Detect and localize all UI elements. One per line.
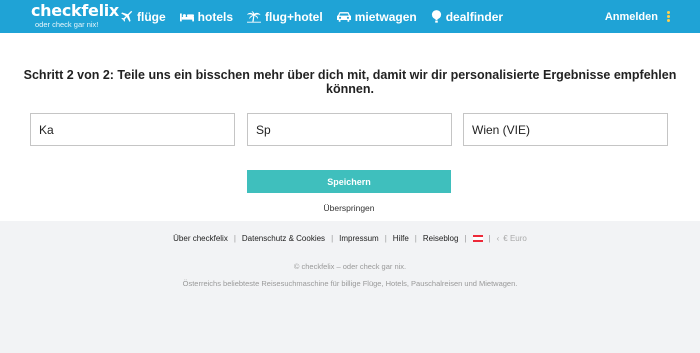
nav-label: hotels	[197, 9, 234, 24]
balloon-icon	[431, 10, 441, 23]
footer-link-privacy[interactable]: Datenschutz & Cookies	[242, 234, 325, 243]
footer-link-about[interactable]: Über checkfelix	[173, 234, 228, 243]
skip-link[interactable]: Überspringen	[247, 203, 451, 213]
login-link[interactable]: Anmelden	[605, 11, 658, 23]
bed-icon	[179, 13, 194, 21]
login-area: Anmelden	[605, 0, 670, 33]
divider: |	[384, 234, 387, 243]
plane-icon	[121, 10, 133, 22]
second-field[interactable]	[247, 113, 452, 146]
currency-label: € Euro	[503, 234, 527, 243]
checkfelix-logo[interactable]: checkfelix oder check gar nix!	[31, 1, 119, 30]
car-icon	[336, 12, 351, 22]
divider: |	[414, 234, 417, 243]
page-footer: Über checkfelix | Datenschutz & Cookies …	[0, 221, 700, 353]
footer-tagline: Österreichs beliebteste Reisesuchmaschin…	[182, 279, 518, 288]
footer-links: Über checkfelix | Datenschutz & Cookies …	[0, 234, 700, 243]
nav-label: mietwagen	[354, 9, 417, 24]
nav-label: flug+hotel	[265, 9, 323, 24]
top-header: checkfelix oder check gar nix! flüge hot…	[0, 0, 700, 33]
nav-item-hotels[interactable]: hotels	[179, 9, 234, 24]
currency-selector[interactable]: ‹ € Euro	[497, 234, 527, 243]
footer-link-imprint[interactable]: Impressum	[339, 234, 379, 243]
nav-item-mietwagen[interactable]: mietwagen	[336, 9, 417, 24]
austria-flag-icon[interactable]	[472, 235, 483, 242]
logo-tagline: oder check gar nix!	[35, 20, 99, 29]
palm-tree-icon	[247, 10, 262, 23]
nav-item-dealfinder[interactable]: dealfinder	[431, 10, 503, 24]
main-nav: flüge hotels flug+hotel mietwagen dealfi…	[120, 0, 517, 33]
divider: |	[331, 234, 334, 243]
divider: |	[464, 234, 467, 243]
page-title: Schritt 2 von 2: Teile uns ein bisschen …	[23, 68, 677, 96]
divider: |	[233, 234, 236, 243]
footer-link-blog[interactable]: Reiseblog	[423, 234, 459, 243]
copyright-text: © checkfelix – oder check gar nix.	[293, 262, 407, 271]
nav-item-flug-hotel[interactable]: flug+hotel	[247, 10, 323, 24]
nav-label: flüge	[137, 9, 166, 24]
save-button[interactable]: Speichern	[247, 170, 451, 193]
nav-item-fluege[interactable]: flüge	[120, 10, 166, 24]
logo-wordmark: checkfelix	[31, 1, 119, 20]
more-menu-icon[interactable]	[667, 11, 670, 22]
chevron-left-icon: ‹	[496, 234, 500, 243]
nav-label: dealfinder	[445, 9, 504, 24]
divider: |	[488, 234, 491, 243]
home-airport-field[interactable]	[463, 113, 668, 146]
footer-link-help[interactable]: Hilfe	[393, 234, 409, 243]
first-name-field[interactable]	[30, 113, 235, 146]
